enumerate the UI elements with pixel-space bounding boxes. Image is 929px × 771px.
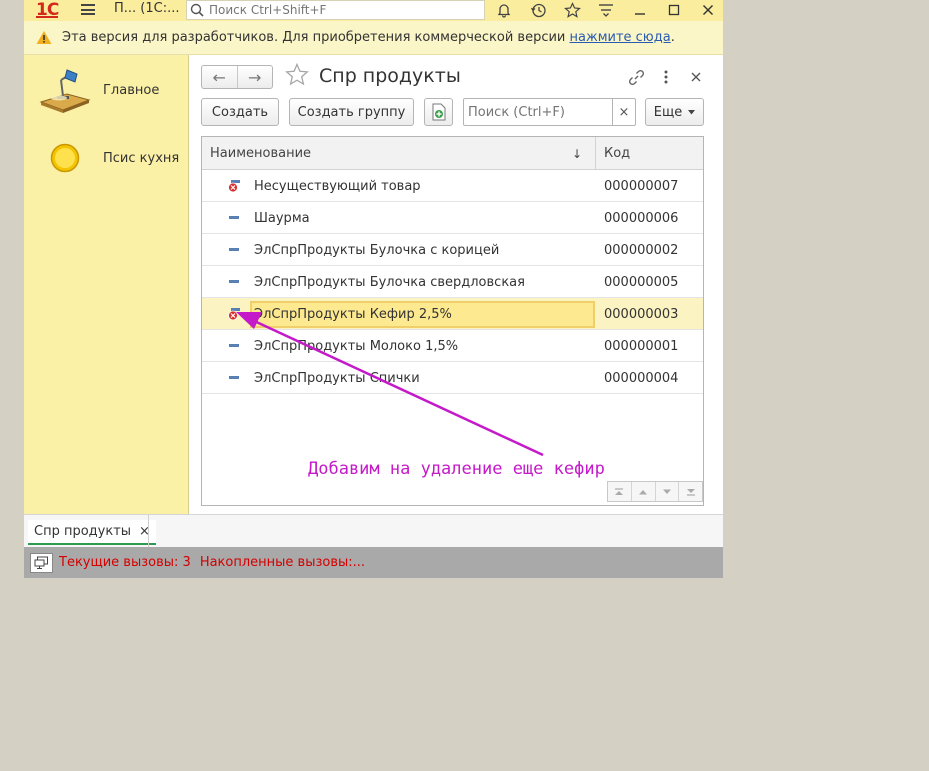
bell-icon[interactable] xyxy=(493,0,515,20)
more-button[interactable]: Еще xyxy=(645,98,704,126)
cell-code: 000000005 xyxy=(604,274,679,290)
scroll-down-icon[interactable] xyxy=(656,482,680,501)
form-title: Спр продукты xyxy=(319,65,461,87)
document-add-icon xyxy=(432,103,445,121)
sort-indicator-icon: ↓ xyxy=(572,146,583,161)
cell-name: ЭлСпрПродукты Булочка с корицей xyxy=(254,242,500,258)
catalog-item-icon xyxy=(229,216,239,219)
column-header-name[interactable]: Наименование xyxy=(210,137,311,170)
column-header-code[interactable]: Код xyxy=(604,137,630,170)
table-row[interactable]: ЭлСпрПродукты Молоко 1,5% 000000001 xyxy=(202,330,703,362)
back-button[interactable]: ← xyxy=(202,66,238,88)
catalog-form: ← → Спр продукты Создать Создать группу … xyxy=(189,55,723,514)
scroll-bottom-icon[interactable] xyxy=(679,482,702,501)
warning-icon xyxy=(36,31,52,44)
catalog-item-icon xyxy=(229,248,239,251)
create-group-button[interactable]: Создать группу xyxy=(289,98,414,126)
favorites-star-icon[interactable] xyxy=(561,0,583,20)
maximize-icon[interactable] xyxy=(663,0,685,20)
forward-button[interactable]: → xyxy=(238,66,273,88)
cell-name: Шаурма xyxy=(254,210,310,226)
cell-name: ЭлСпрПродукты Молоко 1,5% xyxy=(254,338,459,354)
table-row[interactable]: Шаурма 000000006 xyxy=(202,202,703,234)
status-bar: Текущие вызовы: 3 Накопленные вызовы:... xyxy=(24,547,723,578)
purchase-link[interactable]: нажмите сюда xyxy=(570,30,671,45)
catalog-item-icon xyxy=(229,376,239,379)
sections-panel: Главное Псис кухня xyxy=(24,55,189,514)
create-button[interactable]: Создать xyxy=(201,98,279,126)
current-calls-text: Текущие вызовы: 3 xyxy=(59,555,191,570)
more-button-label: Еще xyxy=(653,104,683,120)
load-from-file-button[interactable] xyxy=(424,98,453,126)
developer-version-warning: Эта версия для разработчиков. Для приобр… xyxy=(24,21,723,55)
table-row[interactable]: Несуществующий товар 000000007 xyxy=(202,170,703,202)
more-vertical-icon[interactable] xyxy=(656,67,676,87)
list-search[interactable]: × xyxy=(463,98,636,126)
app-window: 1С П... (1С:... Эта версия дл xyxy=(24,0,723,578)
monitor-icon[interactable] xyxy=(30,552,53,573)
main-menu-icon[interactable] xyxy=(81,3,95,16)
table-header: Наименование ↓ Код xyxy=(202,137,703,170)
minimize-icon[interactable] xyxy=(629,0,651,20)
tab-label: Спр продукты xyxy=(34,524,132,539)
accumulated-calls-text: Накопленные вызовы:... xyxy=(199,555,366,570)
global-search[interactable] xyxy=(186,0,485,20)
history-navigation: ← → xyxy=(201,65,273,89)
sidebar-item-kitchen[interactable]: Псис кухня xyxy=(24,130,189,186)
scroll-up-icon[interactable] xyxy=(632,482,656,501)
cell-name: ЭлСпрПродукты Булочка свердловская xyxy=(254,274,525,290)
annotation-text: Добавим на удаление еще кефир xyxy=(308,459,605,479)
sidebar-item-label: Псис кухня xyxy=(103,150,180,166)
cell-name: ЭлСпрПродукты Кефир 2,5% xyxy=(254,306,452,322)
sidebar-item-label: Главное xyxy=(103,82,160,98)
list-scroll-buttons xyxy=(607,481,703,502)
products-table[interactable]: Наименование ↓ Код Несуществующий товар 0… xyxy=(201,136,704,506)
desk-lamp-icon xyxy=(39,69,91,113)
sidebar-item-main[interactable]: Главное xyxy=(24,62,189,118)
open-windows-bar: Спр продукты × xyxy=(24,514,723,548)
menu-lines-icon[interactable] xyxy=(595,0,617,20)
marked-for-deletion-icon xyxy=(228,180,240,193)
cell-code: 000000003 xyxy=(604,306,679,322)
cell-code: 000000001 xyxy=(604,338,679,354)
title-bar: 1С П... (1С:... xyxy=(24,0,723,21)
search-icon xyxy=(190,3,204,17)
marked-for-deletion-icon xyxy=(228,308,240,321)
warning-suffix: . xyxy=(670,30,675,45)
1c-logo[interactable]: 1С xyxy=(36,0,59,20)
cell-code: 000000004 xyxy=(604,370,679,386)
window-title: П... (1С:... xyxy=(114,1,180,16)
table-row[interactable]: ЭлСпрПродукты Булочка с корицей 000000002 xyxy=(202,234,703,266)
catalog-item-icon xyxy=(229,344,239,347)
cell-name: ЭлСпрПродукты Спички xyxy=(254,370,420,386)
warning-text: Эта версия для разработчиков. Для приобр… xyxy=(62,30,566,45)
yellow-circle-icon xyxy=(50,143,80,173)
tab-catalog-products[interactable]: Спр продукты × xyxy=(28,520,156,545)
chevron-down-icon xyxy=(688,109,696,114)
close-form-icon[interactable] xyxy=(686,67,706,87)
table-row[interactable]: ЭлСпрПродукты Кефир 2,5% 000000003 xyxy=(202,298,703,330)
search-input[interactable] xyxy=(464,99,612,125)
add-to-favorites-icon[interactable] xyxy=(285,63,309,87)
link-icon[interactable] xyxy=(626,67,646,87)
cell-name: Несуществующий товар xyxy=(254,178,421,194)
global-search-input[interactable] xyxy=(209,3,469,17)
clear-search-button[interactable]: × xyxy=(612,99,635,125)
table-row[interactable]: ЭлСпрПродукты Спички 000000004 xyxy=(202,362,703,394)
close-window-icon[interactable] xyxy=(697,0,719,20)
cell-code: 000000002 xyxy=(604,242,679,258)
scroll-top-icon[interactable] xyxy=(608,482,632,501)
catalog-item-icon xyxy=(229,280,239,283)
cell-code: 000000006 xyxy=(604,210,679,226)
table-row[interactable]: ЭлСпрПродукты Булочка свердловская 000000… xyxy=(202,266,703,298)
cell-code: 000000007 xyxy=(604,178,679,194)
history-icon[interactable] xyxy=(527,0,549,20)
